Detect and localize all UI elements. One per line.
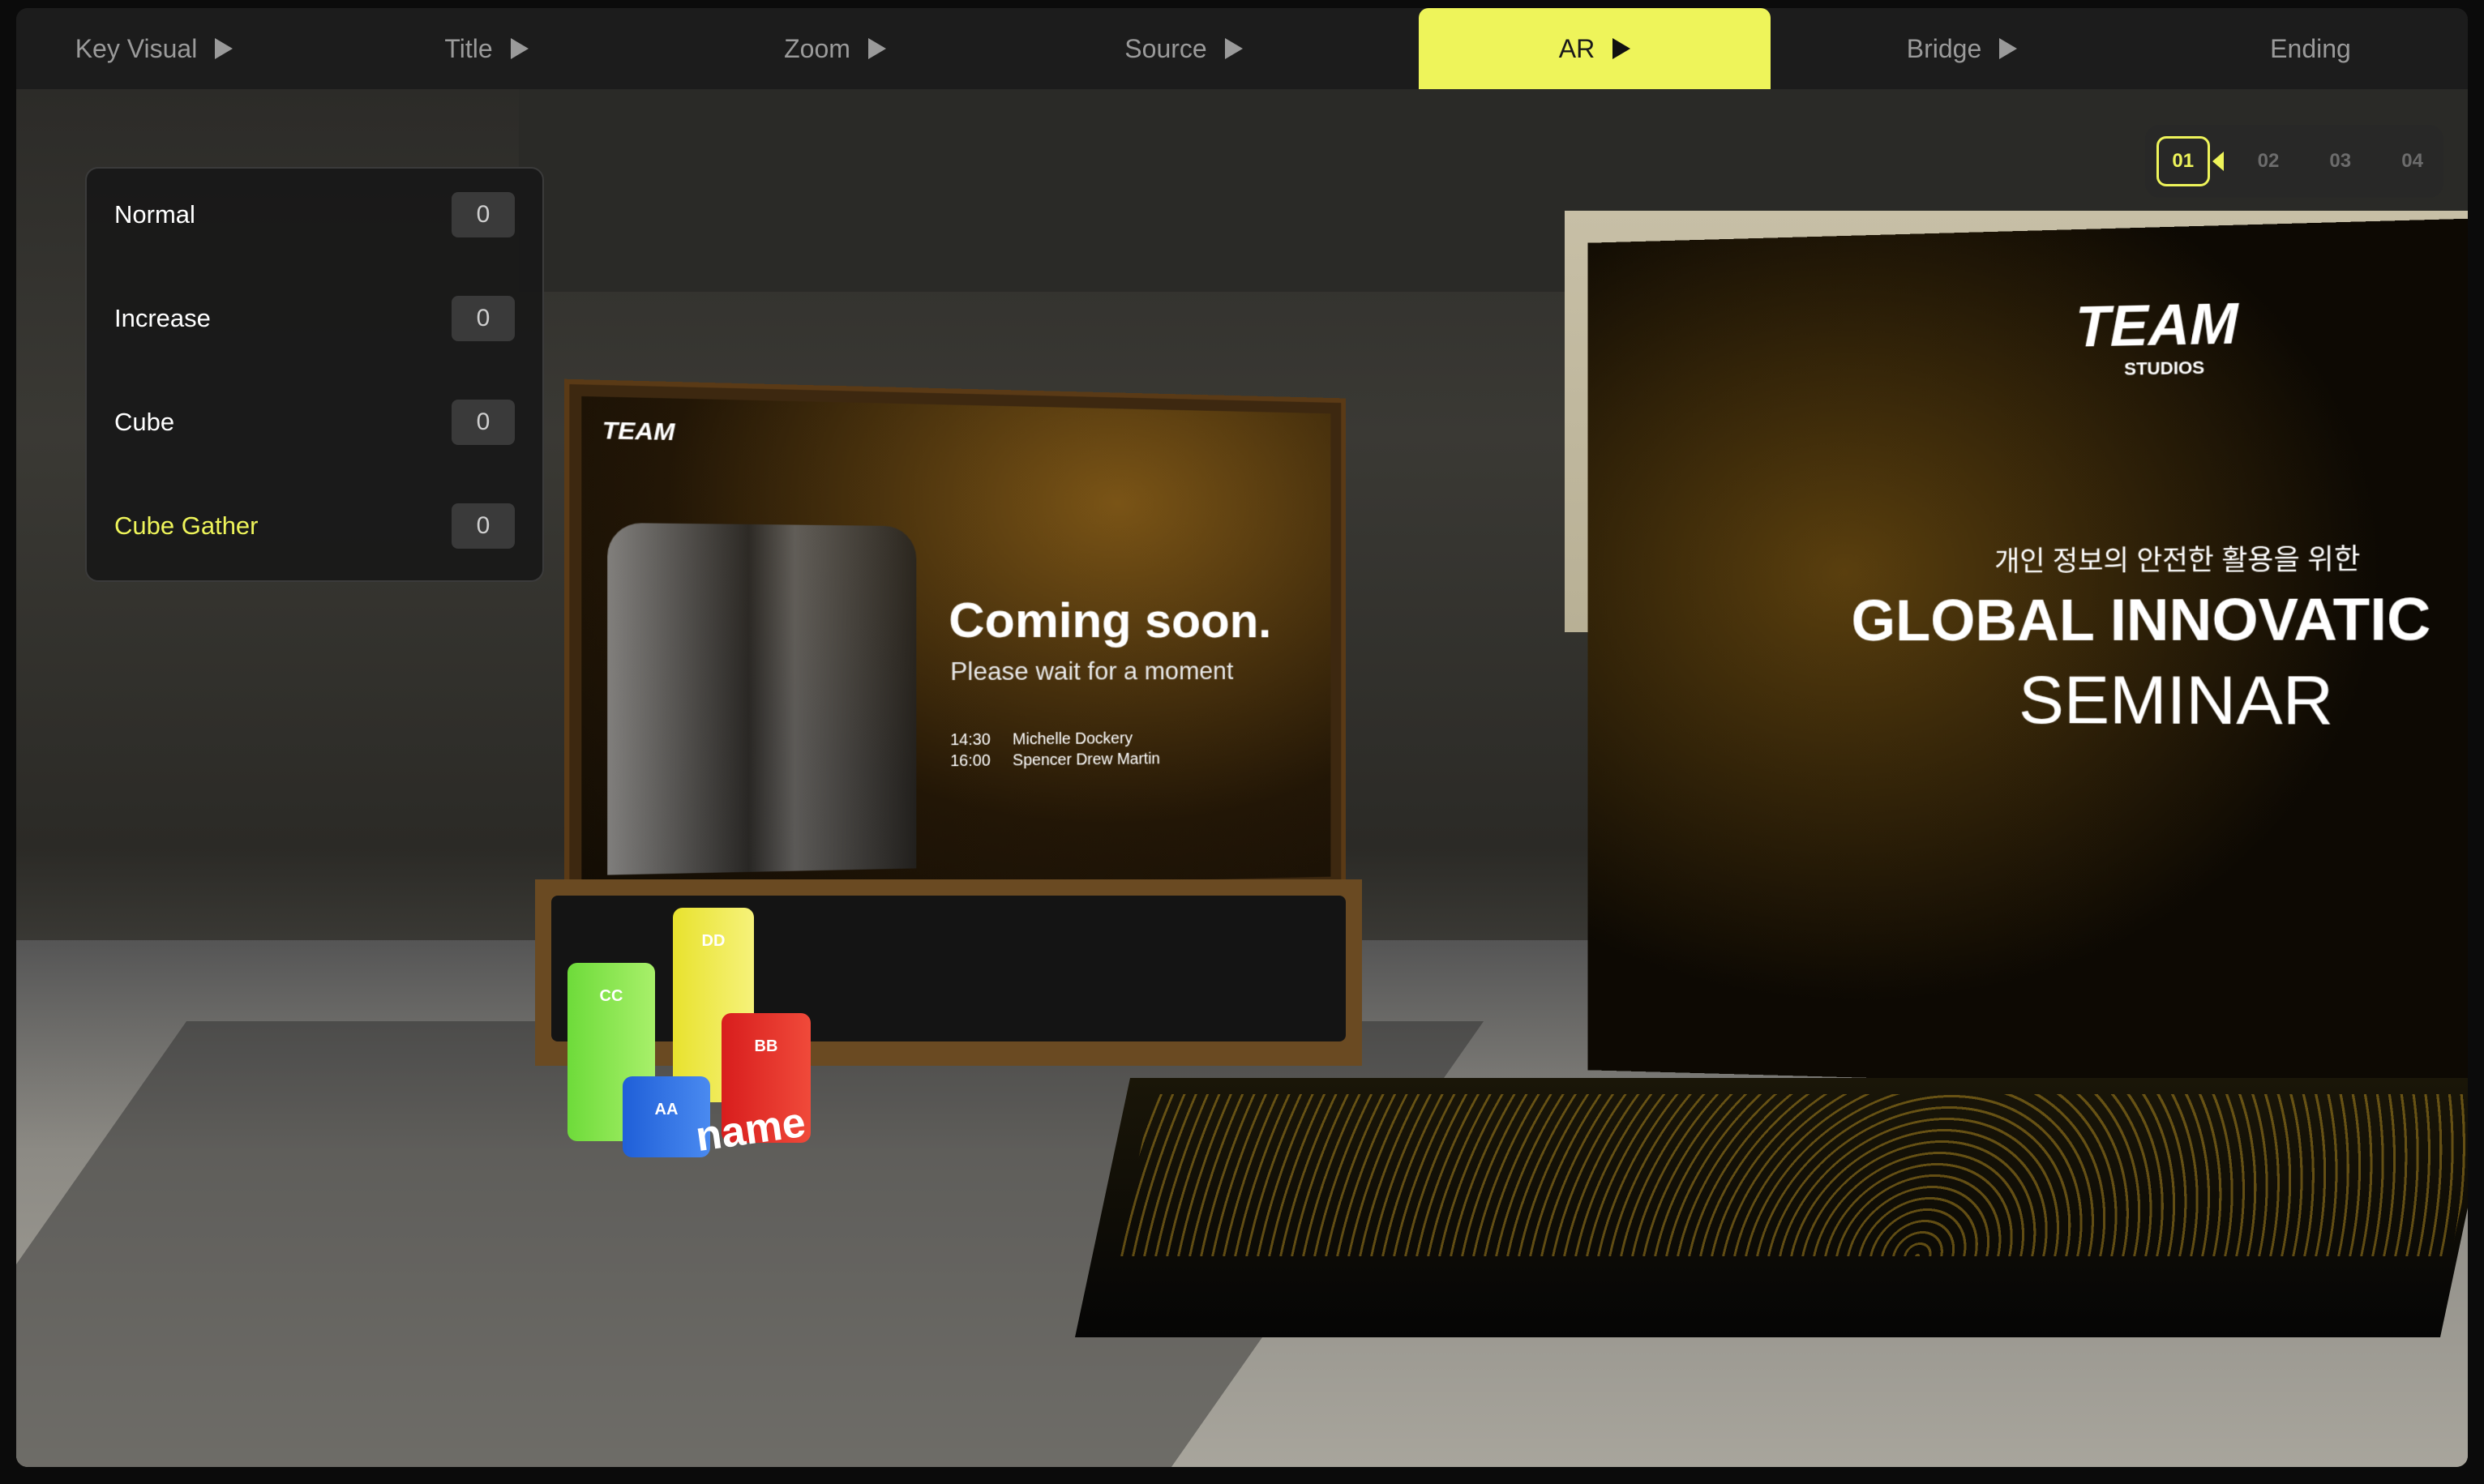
camera-label: 02 — [2258, 150, 2280, 173]
effect-label: Increase — [114, 304, 211, 333]
tab-source[interactable]: Source — [1062, 8, 1305, 89]
cube-label: DD — [702, 932, 726, 951]
cube-label: AA — [655, 1101, 679, 1119]
play-icon — [1225, 38, 1243, 59]
tab-label: Source — [1124, 34, 1206, 64]
seminar-headline: GLOBAL INNOVATIC — [1851, 586, 2430, 654]
tab-label: Bridge — [1907, 34, 1982, 64]
left-display-screen: TEAM Coming soon. Please wait for a mome… — [564, 379, 1346, 912]
camera-button-01[interactable]: 01 — [2156, 136, 2210, 186]
effect-count: 0 — [452, 400, 515, 445]
tab-label: Zoom — [784, 34, 850, 64]
schedule-item: 14:30 Michelle Dockery — [950, 728, 1160, 751]
camera-button-04[interactable]: 04 — [2381, 139, 2443, 184]
right-display-screen: TEAM STUDIOS 개인 정보의 안전한 활용을 위한 GLOBAL IN… — [1587, 218, 2468, 1094]
effect-row-cube-gather[interactable]: Cube Gather 0 — [114, 496, 515, 556]
play-icon — [1999, 38, 2017, 59]
tab-label: Key Visual — [75, 34, 198, 64]
camera-label: 01 — [2172, 150, 2194, 173]
speaker-photos — [607, 523, 916, 875]
scene-viewport[interactable]: TEAM Coming soon. Please wait for a mome… — [16, 89, 2468, 1467]
stand-panel — [551, 896, 1346, 1041]
cube-label: BB — [755, 1037, 778, 1056]
schedule-time: 14:30 — [950, 731, 991, 749]
tab-label: Title — [444, 34, 492, 64]
cube-label: CC — [600, 987, 623, 1006]
schedule-list: 14:30 Michelle Dockery 16:00 Spencer Dre… — [950, 728, 1160, 772]
stage-led-dots — [1118, 1094, 2468, 1256]
effect-count: 0 — [452, 192, 515, 237]
schedule-name: Spencer Drew Martin — [1013, 751, 1160, 770]
effect-label: Normal — [114, 200, 195, 229]
tab-label: AR — [1559, 34, 1595, 64]
left-screen-content: TEAM Coming soon. Please wait for a mome… — [581, 396, 1330, 894]
schedule-name: Michelle Dockery — [1013, 729, 1133, 748]
seminar-subheadline: SEMINAR — [2019, 661, 2333, 741]
camera-button-02[interactable]: 02 — [2238, 139, 2300, 184]
team-logo: TEAM — [602, 417, 675, 447]
effect-label: Cube Gather — [114, 511, 259, 541]
effect-row-cube[interactable]: Cube 0 — [114, 392, 515, 452]
tab-zoom[interactable]: Zoom — [713, 8, 957, 89]
studios-label: STUDIOS — [2124, 357, 2204, 380]
effect-counter-panel: Normal 0 Increase 0 Cube 0 Cube Gather 0 — [85, 167, 544, 582]
effect-row-normal[interactable]: Normal 0 — [114, 185, 515, 245]
camera-label: 04 — [2401, 150, 2423, 173]
camera-label: 03 — [2329, 150, 2351, 173]
camera-switcher: 01 02 03 04 — [2145, 125, 2443, 198]
team-logo: TEAM — [2075, 291, 2238, 360]
tab-ending[interactable]: Ending — [2189, 8, 2432, 89]
top-nav: Key Visual Title Zoom Source AR Bridge E… — [16, 8, 2468, 91]
tab-bridge[interactable]: Bridge — [1840, 8, 2084, 89]
effect-row-increase[interactable]: Increase 0 — [114, 289, 515, 349]
effect-label: Cube — [114, 408, 174, 437]
play-icon — [215, 38, 233, 59]
tab-key-visual[interactable]: Key Visual — [16, 8, 292, 89]
tab-label: Ending — [2270, 34, 2351, 64]
coming-soon-title: Coming soon. — [949, 592, 1271, 649]
play-icon — [1612, 38, 1630, 59]
schedule-item: 16:00 Spencer Drew Martin — [950, 749, 1160, 772]
effect-count: 0 — [452, 503, 515, 549]
tab-ar[interactable]: AR — [1419, 8, 1771, 89]
effect-count: 0 — [452, 296, 515, 341]
tab-title[interactable]: Title — [365, 8, 608, 89]
schedule-time: 16:00 — [950, 752, 991, 771]
camera-button-03[interactable]: 03 — [2309, 139, 2371, 184]
play-icon — [868, 38, 886, 59]
screen-stand — [535, 879, 1362, 1066]
app-frame: Key Visual Title Zoom Source AR Bridge E… — [16, 8, 2468, 1467]
coming-soon-subtitle: Please wait for a moment — [950, 656, 1233, 686]
play-icon — [511, 38, 529, 59]
korean-subtitle: 개인 정보의 안전한 활용을 위한 — [1994, 537, 2360, 579]
